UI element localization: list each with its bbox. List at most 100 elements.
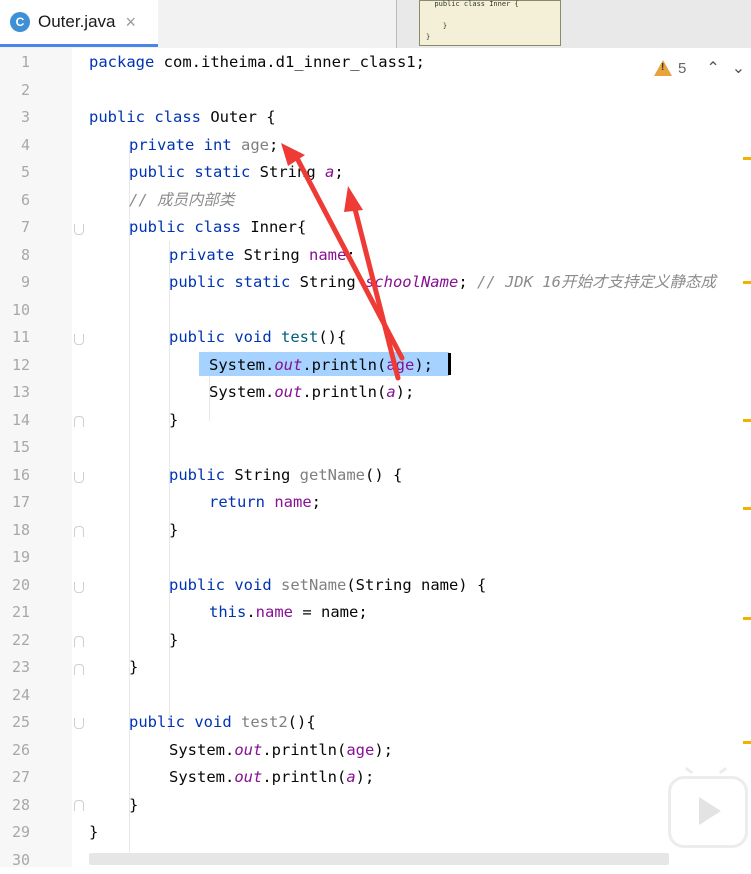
line-number[interactable]: 27 — [0, 764, 30, 791]
line-number[interactable]: 22 — [0, 627, 30, 654]
code-text: String — [234, 246, 309, 264]
code-line-8[interactable]: private String name; — [169, 242, 356, 269]
line-number[interactable]: 10 — [0, 297, 30, 324]
code-line-4[interactable]: private int age; — [129, 132, 278, 159]
code-line-25[interactable]: public void test2(){ — [129, 709, 316, 736]
code-text: ; — [311, 493, 322, 511]
line-number[interactable]: 20 — [0, 572, 30, 599]
code-line-12[interactable]: System.out.println(age); — [209, 352, 433, 379]
code-text: System. — [169, 741, 235, 759]
line-number[interactable]: 4 — [0, 132, 30, 159]
code-line-28[interactable]: } — [129, 792, 138, 819]
code-line-9[interactable]: public static String schoolName; // JDK … — [169, 269, 716, 296]
inspection-widget[interactable]: ! 5 ⌃ ⌄ — [654, 58, 745, 78]
line-number[interactable]: 1 — [0, 49, 30, 76]
field-name: age — [346, 741, 375, 759]
line-number[interactable]: 25 — [0, 709, 30, 736]
line-number[interactable]: 11 — [0, 324, 30, 351]
field-name: name — [308, 246, 347, 264]
line-number[interactable]: 2 — [0, 77, 30, 104]
code-line-22[interactable]: } — [169, 627, 178, 654]
keyword: public class — [89, 108, 201, 126]
keyword: private int — [129, 136, 232, 154]
scrollbar-warning-mark[interactable] — [743, 507, 751, 510]
code-line-6[interactable]: // 成员内部类 — [129, 187, 235, 214]
code-line-7[interactable]: public class Inner{ — [129, 214, 306, 241]
line-number[interactable]: 8 — [0, 242, 30, 269]
code-text: ); — [355, 768, 375, 786]
code-comment: // JDK 16开始才支持定义静态成 — [476, 273, 716, 291]
line-number[interactable]: 29 — [0, 819, 30, 846]
line-number[interactable]: 21 — [0, 599, 30, 626]
code-line-29[interactable]: } — [89, 819, 98, 846]
tab-outer-java[interactable]: C Outer.java × — [0, 0, 158, 47]
line-number[interactable]: 13 — [0, 379, 30, 406]
scrollbar-warning-mark[interactable] — [743, 741, 751, 744]
code-line-13[interactable]: System.out.println(a); — [209, 379, 414, 406]
fold-marker[interactable] — [74, 636, 84, 647]
line-number[interactable]: 19 — [0, 544, 30, 571]
keyword: return — [209, 493, 265, 511]
fold-marker[interactable] — [74, 416, 84, 427]
line-number[interactable]: 7 — [0, 214, 30, 241]
code-text: ; — [334, 163, 344, 181]
code-line-17[interactable]: return name; — [209, 489, 321, 516]
method-name: setName — [281, 576, 347, 594]
chevron-down-icon[interactable]: ⌄ — [732, 58, 745, 78]
scrollbar-warning-mark[interactable] — [743, 157, 751, 160]
field-name: age — [241, 136, 269, 154]
code-editor[interactable]: 1 2 3 4 5 6 7 8 9 10 11 12 13 14 15 16 17 18 19 20 21 22 23 24 2… — [0, 48, 751, 869]
line-number[interactable]: 12 — [0, 352, 30, 379]
line-number[interactable]: 14 — [0, 407, 30, 434]
line-number[interactable]: 26 — [0, 737, 30, 764]
code-line-5[interactable]: public static String a; — [129, 159, 344, 186]
code-line-14[interactable]: } — [169, 407, 178, 434]
fold-marker[interactable] — [74, 800, 84, 811]
code-line-26[interactable]: System.out.println(age); — [169, 737, 393, 764]
scrollbar-warning-mark[interactable] — [743, 419, 751, 422]
static-field: out — [234, 768, 263, 786]
code-line-1[interactable]: package com.itheima.d1_inner_class1; — [89, 49, 425, 76]
line-number[interactable]: 16 — [0, 462, 30, 489]
line-number[interactable]: 17 — [0, 489, 30, 516]
code-text: .println( — [302, 356, 387, 374]
code-line-11[interactable]: public void test(){ — [169, 324, 346, 351]
line-number[interactable]: 9 — [0, 269, 30, 296]
code-line-16[interactable]: public String getName() { — [169, 462, 402, 489]
code-line-3[interactable]: public class Outer { — [89, 104, 276, 131]
play-icon[interactable] — [668, 776, 748, 848]
line-number[interactable]: 30 — [0, 847, 30, 874]
line-number[interactable]: 5 — [0, 159, 30, 186]
fold-marker[interactable] — [74, 472, 84, 483]
line-number[interactable]: 23 — [0, 654, 30, 681]
keyword: public class — [129, 218, 241, 236]
code-line-27[interactable]: System.out.println(a); — [169, 764, 374, 791]
fold-marker[interactable] — [74, 718, 84, 729]
line-number[interactable]: 24 — [0, 682, 30, 709]
code-line-23[interactable]: } — [129, 654, 138, 681]
code-text: ); — [374, 741, 393, 759]
line-number[interactable]: 6 — [0, 187, 30, 214]
scrollbar-warning-mark[interactable] — [743, 281, 751, 284]
horizontal-scrollbar[interactable] — [89, 853, 669, 865]
fold-marker[interactable] — [74, 582, 84, 593]
line-number[interactable]: 15 — [0, 434, 30, 461]
fold-marker[interactable] — [74, 224, 84, 235]
static-field: out — [274, 383, 303, 401]
close-icon[interactable]: × — [126, 12, 137, 33]
code-text: String — [225, 466, 300, 484]
code-line-20[interactable]: public void setName(String name) { — [169, 572, 486, 599]
code-line-18[interactable]: } — [169, 517, 178, 544]
code-text: () { — [364, 466, 403, 484]
line-number[interactable]: 18 — [0, 517, 30, 544]
line-number[interactable]: 28 — [0, 792, 30, 819]
fold-marker[interactable] — [74, 526, 84, 537]
line-number[interactable]: 3 — [0, 104, 30, 131]
thumbnail-code: public class Inner { } } — [426, 0, 519, 41]
fold-marker[interactable] — [74, 334, 84, 345]
scrollbar-warning-mark[interactable] — [743, 617, 751, 620]
code-line-21[interactable]: this.name = name; — [209, 599, 368, 626]
chevron-up-icon[interactable]: ⌃ — [706, 58, 719, 78]
field-name: schoolName — [364, 273, 459, 291]
fold-marker[interactable] — [74, 664, 84, 675]
